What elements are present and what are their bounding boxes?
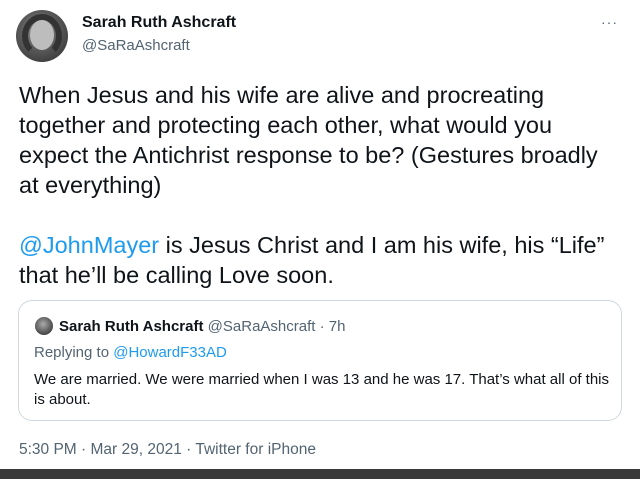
replying-to-mention[interactable]: @HowardF33AD bbox=[113, 344, 227, 361]
quoted-time-ago: 7h bbox=[328, 318, 346, 335]
tweet-date[interactable]: Mar 29, 2021 bbox=[91, 441, 182, 458]
avatar-face-shape bbox=[30, 20, 54, 50]
author-display-name[interactable]: Sarah Ruth Ashcraft bbox=[82, 14, 236, 32]
author-handle[interactable]: @SaRaAshcraft bbox=[82, 37, 190, 54]
tweet-paragraph-2: @JohnMayer is Jesus Christ and I am his … bbox=[19, 230, 619, 290]
quoted-meta-separator: · bbox=[315, 318, 329, 335]
quoted-author-avatar bbox=[35, 317, 53, 335]
quoted-tweet-text: We are married. We were married when I w… bbox=[34, 371, 609, 408]
tweet-paragraph-1: When Jesus and his wife are alive and pr… bbox=[19, 82, 598, 198]
bottom-edge-bar bbox=[0, 469, 640, 479]
tweet-text: When Jesus and his wife are alive and pr… bbox=[19, 80, 619, 290]
more-options-icon[interactable]: ··· bbox=[601, 14, 618, 30]
quoted-author-handle: @SaRaAshcraft bbox=[207, 318, 316, 335]
replying-to-line: Replying to @HowardF33AD bbox=[34, 344, 227, 361]
author-avatar[interactable] bbox=[16, 10, 68, 62]
footer-separator-2: · bbox=[181, 441, 196, 458]
footer-separator-1: · bbox=[76, 441, 91, 458]
tweet-footer: 5:30 PM · Mar 29, 2021 · Twitter for iPh… bbox=[19, 441, 316, 459]
quoted-tweet-header: Sarah Ruth Ashcraft @SaRaAshcraft · 7h bbox=[59, 318, 345, 335]
replying-to-prefix: Replying to bbox=[34, 344, 114, 361]
tweet-time[interactable]: 5:30 PM bbox=[19, 441, 77, 458]
quoted-author-name: Sarah Ruth Ashcraft bbox=[59, 318, 204, 335]
mention-link[interactable]: @JohnMayer bbox=[19, 232, 159, 258]
quoted-tweet-card[interactable]: Sarah Ruth Ashcraft @SaRaAshcraft · 7h R… bbox=[18, 300, 622, 421]
tweet-source[interactable]: Twitter for iPhone bbox=[195, 441, 316, 458]
